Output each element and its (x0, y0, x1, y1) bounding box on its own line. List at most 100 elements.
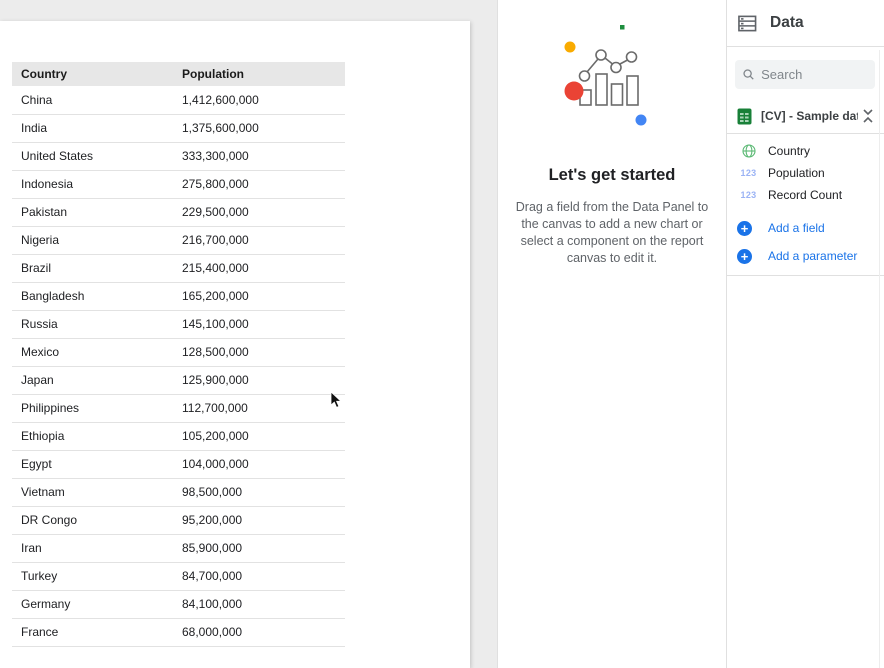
table-cell: France (12, 618, 173, 646)
report-canvas-background: CountryPopulation China1,412,600,000Indi… (0, 0, 497, 668)
table-row[interactable]: Russia145,100,000 (12, 310, 345, 338)
field-label: Population (768, 166, 825, 180)
add-a-parameter-button[interactable]: + Add a parameter (727, 242, 884, 270)
field-country[interactable]: Country (727, 140, 884, 162)
table-row[interactable]: Japan125,900,000 (12, 366, 345, 394)
empty-state-title: Let's get started (498, 166, 726, 185)
table-cell: Ethiopia (12, 422, 173, 450)
table-cell: Pakistan (12, 198, 173, 226)
table-cell: Turkey (12, 562, 173, 590)
table-cell: 1,412,600,000 (173, 86, 345, 114)
action-list: + Add a field + Add a parameter (727, 214, 884, 270)
table-row[interactable]: Pakistan229,500,000 (12, 198, 345, 226)
action-label: Add a field (768, 221, 825, 235)
properties-panel: Let's get started Drag a field from the … (497, 0, 727, 668)
table-cell: Vietnam (12, 478, 173, 506)
table-cell: Nigeria (12, 226, 173, 254)
table-cell: Philippines (12, 394, 173, 422)
data-panel-header: Data (727, 0, 884, 47)
table-cell: 85,900,000 (173, 534, 345, 562)
field-label: Country (768, 144, 810, 158)
table-cell: Germany (12, 590, 173, 618)
table-row[interactable]: China1,412,600,000 (12, 86, 345, 114)
table-cell: Iran (12, 534, 173, 562)
field-record-count[interactable]: 123Record Count (727, 184, 884, 206)
table-cell: 84,700,000 (173, 562, 345, 590)
table-row[interactable]: Vietnam98,500,000 (12, 478, 345, 506)
table-row[interactable]: France68,000,000 (12, 618, 345, 646)
table-cell: 104,000,000 (173, 450, 345, 478)
table-cell: Indonesia (12, 170, 173, 198)
table-cell: China (12, 86, 173, 114)
table-row[interactable]: Ethiopia105,200,000 (12, 422, 345, 450)
table-cell: 112,700,000 (173, 394, 345, 422)
table-cell: India (12, 114, 173, 142)
table-row[interactable]: Bangladesh165,200,000 (12, 282, 345, 310)
numeric-123-icon: 123 (739, 190, 758, 200)
report-page[interactable]: CountryPopulation China1,412,600,000Indi… (0, 21, 470, 668)
table-cell: Japan (12, 366, 173, 394)
table-row[interactable]: Germany84,100,000 (12, 590, 345, 618)
table-cell: 105,200,000 (173, 422, 345, 450)
column-header[interactable]: Country (12, 62, 173, 86)
chart-illustration (537, 14, 687, 144)
globe-icon (739, 144, 758, 158)
add-a-field-button[interactable]: + Add a field (727, 214, 884, 242)
table-cell: 1,375,600,000 (173, 114, 345, 142)
table-cell: Russia (12, 310, 173, 338)
data-source-row[interactable]: [CV] - Sample data ... (727, 104, 884, 128)
action-label: Add a parameter (768, 249, 857, 263)
table-row[interactable]: Indonesia275,800,000 (12, 170, 345, 198)
collapse-icon[interactable] (862, 109, 874, 123)
table-row[interactable]: Brazil215,400,000 (12, 254, 345, 282)
table-cell: Mexico (12, 338, 173, 366)
table-row[interactable]: Turkey84,700,000 (12, 562, 345, 590)
empty-state-description: Drag a field from the Data Panel to the … (512, 199, 712, 267)
table-row[interactable]: Nigeria216,700,000 (12, 226, 345, 254)
table-cell: 275,800,000 (173, 170, 345, 198)
table-cell: 229,500,000 (173, 198, 345, 226)
spreadsheet-icon (737, 108, 752, 125)
table-cell: DR Congo (12, 506, 173, 534)
table-cell: 98,500,000 (173, 478, 345, 506)
numeric-123-icon: 123 (739, 168, 758, 178)
table-cell: 68,000,000 (173, 618, 345, 646)
table-cell: 333,300,000 (173, 142, 345, 170)
table-cell: 165,200,000 (173, 282, 345, 310)
data-panel-title: Data (770, 14, 804, 32)
table-cell: United States (12, 142, 173, 170)
search-input[interactable] (761, 67, 867, 82)
field-list: Country 123 Population 123Record Count (727, 134, 884, 206)
table-cell: 125,900,000 (173, 366, 345, 394)
table-row[interactable]: Philippines112,700,000 (12, 394, 345, 422)
divider (727, 275, 884, 276)
table-row[interactable]: United States333,300,000 (12, 142, 345, 170)
mouse-cursor (330, 391, 343, 410)
field-population[interactable]: 123 Population (727, 162, 884, 184)
scrollbar-track[interactable] (879, 50, 880, 668)
table-cell: 216,700,000 (173, 226, 345, 254)
table-cell: 215,400,000 (173, 254, 345, 282)
search-icon (743, 68, 754, 81)
table-header-row: CountryPopulation (12, 62, 345, 86)
table-cell: Bangladesh (12, 282, 173, 310)
search-box[interactable] (735, 60, 875, 89)
column-header[interactable]: Population (173, 62, 345, 86)
table-cell: 95,200,000 (173, 506, 345, 534)
table-cell: Egypt (12, 450, 173, 478)
table-row[interactable]: DR Congo95,200,000 (12, 506, 345, 534)
table-row[interactable]: India1,375,600,000 (12, 114, 345, 142)
data-panel: Data [CV] - Sample data ... Country 123 Po… (727, 0, 884, 668)
data-panel-icon (738, 15, 757, 32)
add-circle-icon: + (737, 249, 752, 264)
table-row[interactable]: Iran85,900,000 (12, 534, 345, 562)
table-row[interactable]: Mexico128,500,000 (12, 338, 345, 366)
report-table[interactable]: CountryPopulation China1,412,600,000Indi… (12, 62, 345, 647)
add-circle-icon: + (737, 221, 752, 236)
table-cell: 145,100,000 (173, 310, 345, 338)
table-cell: 84,100,000 (173, 590, 345, 618)
table-cell: 128,500,000 (173, 338, 345, 366)
table-cell: Brazil (12, 254, 173, 282)
table-row[interactable]: Egypt104,000,000 (12, 450, 345, 478)
data-source-name: [CV] - Sample data ... (761, 109, 858, 123)
